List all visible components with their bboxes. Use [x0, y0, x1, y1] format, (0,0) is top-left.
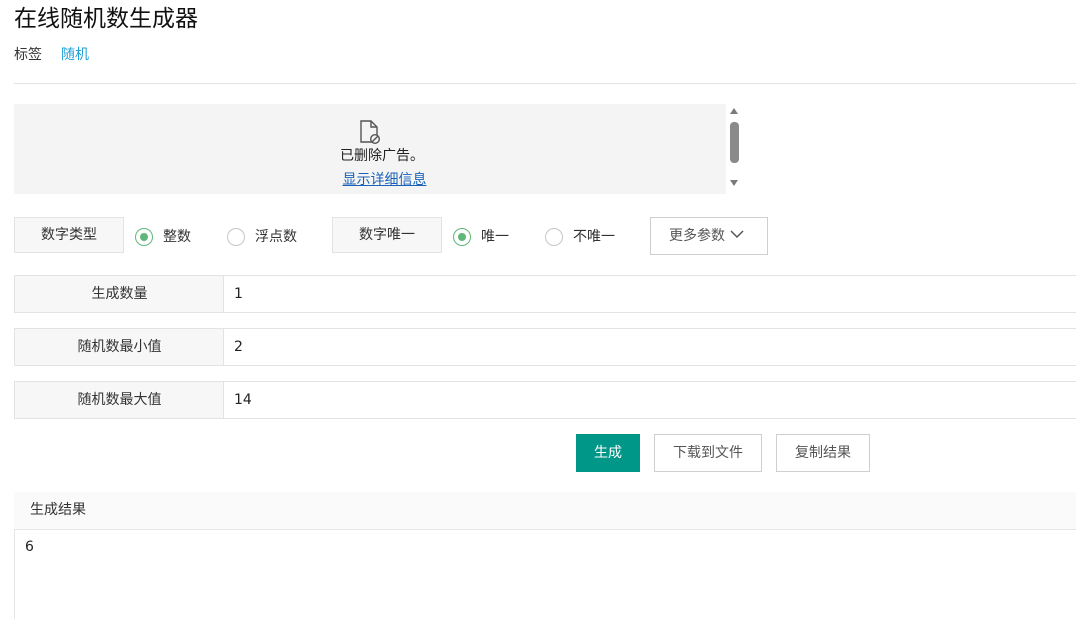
more-params-button[interactable]: 更多参数 [650, 217, 768, 255]
chevron-down-icon [730, 230, 744, 239]
page-title: 在线随机数生成器 [14, 6, 198, 32]
scroll-down-arrow-icon[interactable] [730, 180, 738, 186]
generate-button[interactable]: 生成 [576, 434, 640, 472]
tag-link-random[interactable]: 随机 [61, 46, 89, 64]
radio-float[interactable] [227, 228, 245, 246]
header-divider [14, 83, 1076, 84]
max-label: 随机数最大值 [14, 381, 224, 419]
ad-details-link-wrap: 显示详细信息 [14, 170, 755, 190]
radio-integer-label[interactable]: 整数 [163, 228, 191, 246]
uniqueness-label: 数字唯一 [332, 217, 442, 253]
radio-not-unique[interactable] [545, 228, 563, 246]
number-type-label: 数字类型 [14, 217, 124, 253]
scroll-up-arrow-icon[interactable] [730, 108, 738, 114]
max-input[interactable] [223, 381, 1076, 419]
radio-not-unique-label[interactable]: 不唯一 [573, 228, 615, 246]
radio-float-label[interactable]: 浮点数 [255, 228, 297, 246]
download-button[interactable]: 下载到文件 [654, 434, 762, 472]
ad-removed-message: 已删除广告。 [340, 148, 424, 164]
tags-label: 标签 [14, 47, 42, 63]
count-input[interactable] [223, 275, 1076, 313]
radio-unique-label[interactable]: 唯一 [481, 228, 509, 246]
min-label: 随机数最小值 [14, 328, 224, 366]
radio-unique[interactable] [453, 228, 471, 246]
ad-details-link[interactable]: 显示详细信息 [343, 172, 427, 188]
more-params-label: 更多参数 [669, 228, 725, 244]
count-label: 生成数量 [14, 275, 224, 313]
copy-result-button[interactable]: 复制结果 [776, 434, 870, 472]
blocked-document-icon [360, 120, 381, 145]
min-input[interactable] [223, 328, 1076, 366]
scrollbar-thumb[interactable] [730, 122, 739, 163]
result-header: 生成结果 [14, 492, 1076, 530]
result-textarea[interactable]: 6 [15, 531, 1076, 619]
radio-integer[interactable] [135, 228, 153, 246]
